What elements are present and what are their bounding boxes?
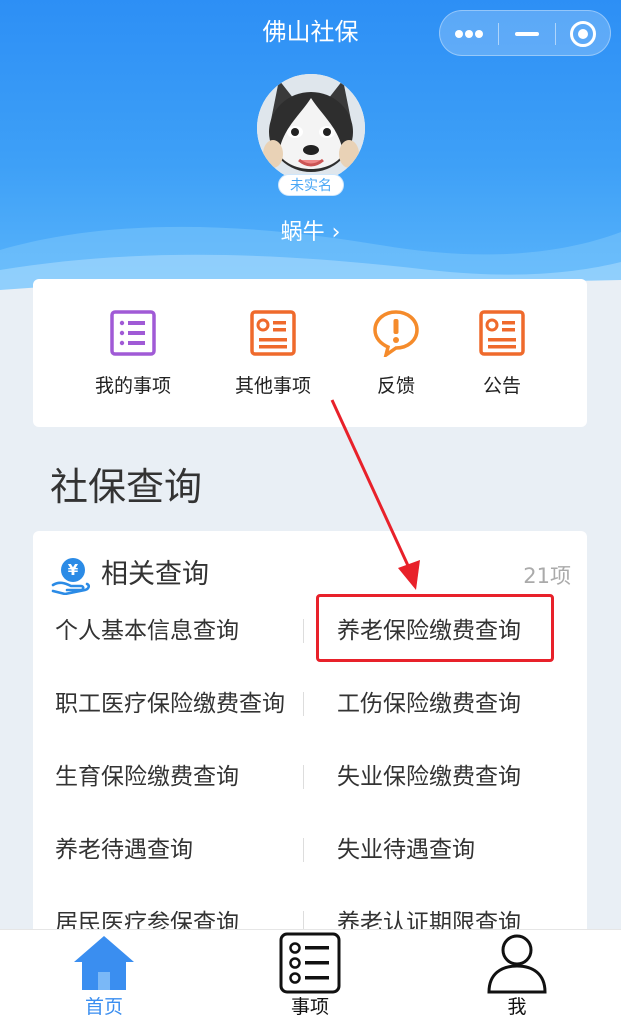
tab-label: 首页: [84, 996, 123, 1018]
dog-avatar-image: [257, 74, 365, 182]
task-list-icon: [279, 932, 341, 994]
yuan-hand-icon: ¥: [51, 558, 91, 595]
tab-me[interactable]: 我: [447, 930, 587, 1022]
home-icon: [74, 936, 134, 990]
quick-actions-card: 我的事项 其他事项 反馈 公告: [33, 279, 587, 427]
user-icon: [487, 934, 547, 994]
username-link[interactable]: 蜗牛 ›: [0, 218, 621, 248]
more-dots-icon[interactable]: [440, 11, 498, 57]
quick-action-my-items[interactable]: 我的事项: [73, 279, 193, 427]
query-item-pension-benefit[interactable]: 养老待遇查询: [55, 814, 193, 886]
query-item-injury-insurance[interactable]: 工伤保险缴费查询: [337, 668, 521, 740]
tab-items[interactable]: 事项: [240, 930, 380, 1022]
quick-action-other-items[interactable]: 其他事项: [213, 279, 333, 427]
list-icon: [110, 310, 156, 356]
tab-label: 我: [507, 996, 527, 1018]
feedback-bubble-icon: [373, 310, 419, 357]
verification-badge: 未实名: [278, 174, 344, 196]
query-item-unemployment-benefit[interactable]: 失业待遇查询: [337, 814, 475, 886]
avatar[interactable]: [257, 74, 365, 182]
quick-action-label: 其他事项: [234, 375, 311, 397]
quick-action-label: 反馈: [376, 375, 415, 397]
tab-home[interactable]: 首页: [34, 930, 174, 1022]
query-count: 21项: [523, 564, 571, 588]
highlight-box: [316, 594, 554, 662]
query-item-maternity-insurance[interactable]: 生育保险缴费查询: [55, 741, 239, 813]
query-row: 生育保险缴费查询 失业保险缴费查询: [33, 741, 587, 813]
card-icon: [250, 310, 296, 356]
mini-program-capsule: [439, 10, 611, 56]
query-row: 职工医疗保险缴费查询 工伤保险缴费查询: [33, 668, 587, 740]
quick-action-label: 我的事项: [94, 375, 171, 397]
svg-text:¥: ¥: [68, 561, 79, 579]
query-item-unemployment-insurance[interactable]: 失业保险缴费查询: [337, 741, 521, 813]
notice-icon: [479, 310, 525, 356]
quick-action-label: 公告: [482, 375, 521, 397]
quick-action-notice[interactable]: 公告: [442, 279, 562, 427]
query-item-employee-medical[interactable]: 职工医疗保险缴费查询: [55, 668, 285, 740]
target-circle-icon[interactable]: [556, 11, 610, 57]
minimize-icon[interactable]: [499, 11, 555, 57]
section-title: 社保查询: [50, 465, 203, 509]
query-item-personal-info[interactable]: 个人基本信息查询: [55, 595, 239, 667]
tab-label: 事项: [290, 996, 329, 1018]
quick-action-feedback[interactable]: 反馈: [336, 279, 456, 427]
tab-bar: 首页 事项 我: [0, 929, 621, 1022]
query-row: 养老待遇查询 失业待遇查询: [33, 814, 587, 886]
query-card-title: 相关查询: [101, 559, 209, 590]
